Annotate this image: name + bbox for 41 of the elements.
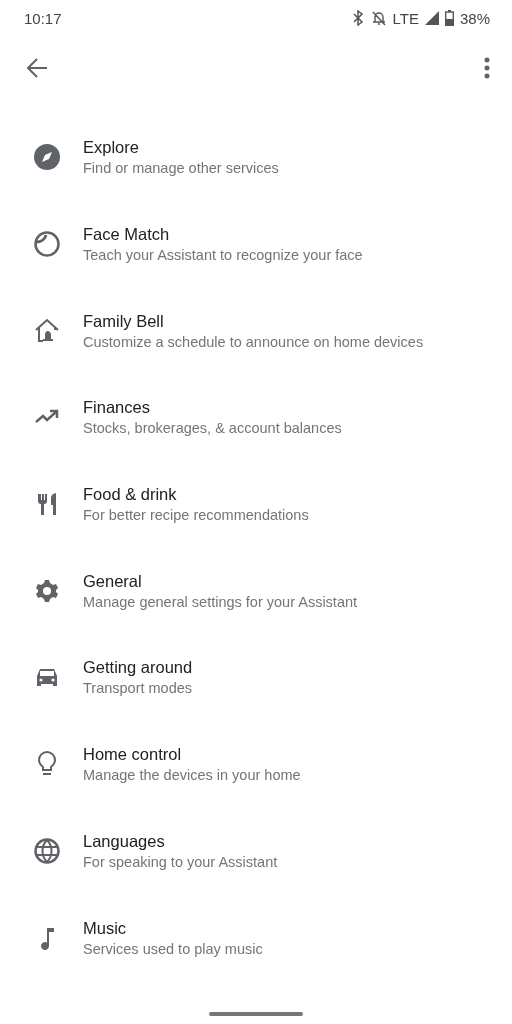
row-subtitle: Manage general settings for your Assistant [83,593,358,610]
bell-off-icon [370,10,387,26]
row-subtitle: Teach your Assistant to recognize your face [83,247,363,264]
settings-row[interactable]: Family Bell Customize a schedule to announce on home devices [0,287,512,375]
settings-row[interactable]: Food & drink For better recipe recommendations [0,460,512,548]
settings-row[interactable]: Finances Stocks, brokerages, & account balances [0,374,512,461]
back-icon[interactable] [26,58,48,78]
row-title: Home control [83,745,183,765]
settings-row[interactable]: Music Services used to play music [0,894,512,981]
row-title: Food & drink [83,485,178,505]
settings-row[interactable]: General Manage general settings for your Assistant [0,547,512,635]
bluetooth-icon [350,10,365,26]
row-subtitle: Services used to play music [83,940,263,957]
row-subtitle: For better recipe recommendations [83,507,309,524]
row-subtitle: Customize a schedule to announce on home devices [83,333,424,350]
row-subtitle: For speaking to your Assistant [83,853,278,870]
row-subtitle: Find or manage other services [83,160,279,177]
battery-percent: 38% [459,9,490,27]
globe-icon [32,836,61,865]
row-title: Languages [83,831,166,851]
row-title: Family Bell [83,311,165,331]
settings-row[interactable]: Getting around Transport modes [0,634,512,721]
row-subtitle: Manage the devices in your home [83,767,301,784]
settings-row[interactable]: Explore Find or manage other services [0,114,512,201]
settings-row[interactable]: Face Match Teach your Assistant to recognize your face [0,200,512,288]
settings-row[interactable]: Home control Manage the devices in your home [0,720,512,808]
battery-icon [444,10,454,26]
row-title: General [83,571,143,591]
row-subtitle: Stocks, brokerages, & account balances [83,420,342,437]
status-time: 10:17 [24,9,62,27]
more-icon[interactable] [484,57,490,79]
row-title: Music [83,918,128,938]
settings-row[interactable]: Languages For speaking to your Assistant [0,807,512,895]
signal-icon [424,11,439,25]
row-title: Face Match [83,225,171,245]
row-subtitle: Transport modes [83,680,193,697]
compass-icon [32,143,61,172]
row-title: Finances [83,398,151,418]
network-type: LTE [392,9,419,27]
row-title: Getting around [83,658,193,678]
row-title: Explore [83,138,140,158]
